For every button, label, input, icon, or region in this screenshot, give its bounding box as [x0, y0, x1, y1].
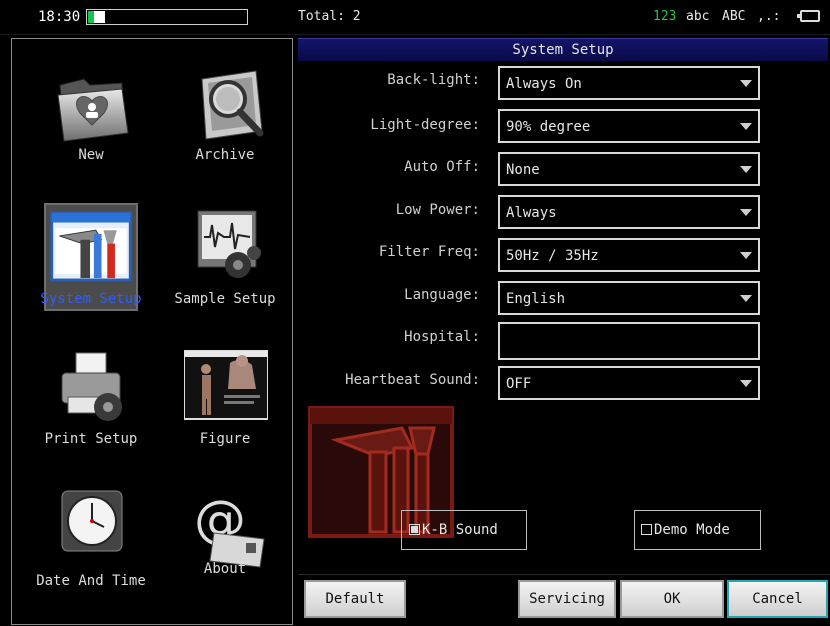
main-menu-panel: New Archive System Setup Sample Setup Pr…	[11, 38, 293, 625]
button-bar-divider	[298, 574, 830, 575]
chevron-down-icon	[740, 295, 752, 302]
filter-freq-select[interactable]: 50Hz / 35Hz	[498, 238, 760, 272]
menu-item-sample-setup[interactable]: Sample Setup	[160, 205, 290, 339]
light-degree-label: Light-degree:	[370, 117, 480, 133]
menu-label-new: New	[78, 147, 104, 163]
ok-button[interactable]: OK	[620, 580, 724, 618]
chevron-down-icon	[740, 166, 752, 173]
kb-sound-check-mark	[409, 524, 420, 535]
heartbeat-sound-select[interactable]: OFF	[498, 366, 760, 400]
menu-item-system-setup[interactable]: System Setup	[26, 203, 156, 339]
menu-label-about: About	[203, 561, 247, 577]
menu-item-new[interactable]: New	[26, 61, 156, 195]
menu-label-date-and-time: Date And Time	[36, 573, 146, 589]
clock-icon	[61, 490, 123, 552]
chevron-down-icon	[740, 123, 752, 130]
magnifier-folder-icon	[201, 70, 264, 140]
backlight-label: Back-light:	[387, 72, 480, 88]
input-mode-uppercase[interactable]: ABC	[722, 9, 745, 24]
chevron-down-icon	[740, 252, 752, 259]
hospital-label: Hospital:	[404, 329, 480, 345]
default-button[interactable]: Default	[304, 580, 406, 618]
menu-item-figure[interactable]: Figure	[160, 345, 290, 479]
menu-label-figure: Figure	[199, 431, 251, 447]
language-value: English	[506, 291, 566, 307]
cancel-button[interactable]: Cancel	[727, 580, 828, 618]
backlight-select[interactable]: Always On	[498, 66, 760, 100]
low-power-select[interactable]: Always	[498, 195, 760, 229]
demo-mode-checkbox[interactable]: Demo Mode	[634, 510, 761, 550]
chevron-down-icon	[740, 80, 752, 87]
input-mode-numeric[interactable]: 123	[653, 9, 676, 24]
servicing-button[interactable]: Servicing	[518, 580, 616, 618]
body-figure-icon	[184, 350, 268, 420]
auto-off-value: None	[506, 162, 540, 178]
auto-off-label: Auto Off:	[404, 159, 480, 175]
menu-item-date-and-time[interactable]: Date And Time	[26, 487, 156, 621]
menu-label-print-setup: Print Setup	[44, 431, 138, 447]
total-count: Total: 2	[298, 9, 361, 24]
dialog-title: System Setup	[512, 42, 614, 58]
kb-sound-label: K-B Sound	[422, 522, 498, 538]
kb-sound-checkbox[interactable]: K-B Sound	[401, 510, 527, 550]
input-mode-punctuation[interactable]: ,.:	[757, 9, 780, 24]
menu-item-about[interactable]: @ About	[160, 487, 290, 621]
battery-charge-mark	[88, 11, 94, 23]
heartbeat-sound-value: OFF	[506, 376, 532, 392]
filter-freq-value: 50Hz / 35Hz	[506, 248, 599, 264]
menu-label-system-setup: System Setup	[40, 291, 142, 307]
low-power-label: Low Power:	[395, 202, 480, 218]
demo-mode-check-mark	[641, 524, 652, 535]
heartbeat-sound-label: Heartbeat Sound:	[345, 372, 480, 388]
demo-mode-label: Demo Mode	[654, 522, 730, 538]
folder-patient-icon	[57, 78, 129, 142]
language-label: Language:	[404, 287, 480, 303]
printer-gear-icon	[61, 352, 122, 421]
backlight-value: Always On	[506, 76, 582, 92]
hospital-input[interactable]	[498, 322, 760, 360]
light-degree-value: 90% degree	[506, 119, 591, 135]
chevron-down-icon	[740, 209, 752, 216]
chevron-down-icon	[740, 380, 752, 387]
dialog-title-bar: System Setup	[298, 38, 828, 61]
menu-label-sample-setup: Sample Setup	[174, 291, 276, 307]
auto-off-select[interactable]: None	[498, 152, 760, 186]
menu-item-print-setup[interactable]: Print Setup	[26, 345, 156, 479]
device-status-icon	[797, 10, 820, 22]
waveform-gear-icon	[197, 210, 261, 278]
filter-freq-label: Filter Freq:	[378, 244, 480, 260]
at-envelope-icon: @	[194, 490, 265, 568]
input-mode-lowercase[interactable]: abc	[686, 9, 709, 24]
low-power-value: Always	[506, 205, 557, 221]
menu-label-archive: Archive	[195, 147, 255, 163]
light-degree-select[interactable]: 90% degree	[498, 109, 760, 143]
battery-indicator	[86, 9, 248, 25]
clock-time: 18:30	[38, 9, 81, 25]
language-select[interactable]: English	[498, 281, 760, 315]
menu-item-archive[interactable]: Archive	[160, 61, 290, 195]
status-bar: 18:30 Total: 2 123 abc ABC ,.:	[0, 0, 830, 35]
